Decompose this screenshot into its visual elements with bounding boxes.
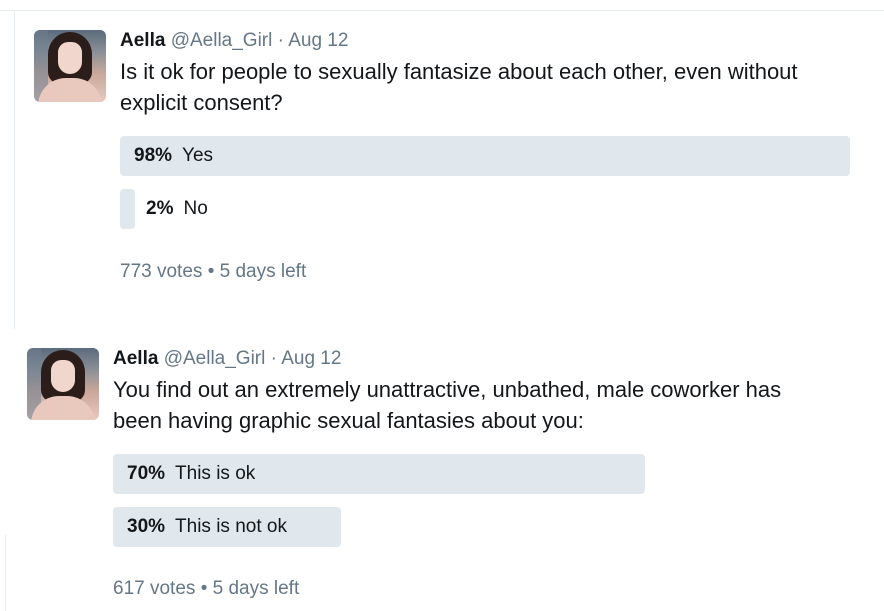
poll-choice-label: 30% This is not ok [127, 507, 287, 547]
tweet: Aella @Aella_Girl · Aug 12 Is it ok for … [34, 30, 879, 310]
poll-choice-label: 2% No [146, 189, 208, 229]
poll-choice-bar [120, 136, 851, 176]
poll-choice: 98% Yes [120, 136, 865, 176]
user-handle[interactable]: @Aella_Girl [164, 348, 266, 369]
tweet-text-line: been having graphic sexual fantasies abo… [113, 408, 584, 433]
poll-choice-percent: 2% [146, 198, 174, 219]
poll-choice-label: 98% Yes [134, 136, 213, 176]
tweet-header: Aella @Aella_Girl · Aug 12 [113, 348, 341, 370]
tweet-text-line: Is it ok for people to sexually fantasiz… [120, 59, 798, 84]
display-name[interactable]: Aella [113, 348, 158, 369]
poll-choice-text: No [183, 198, 208, 219]
bullet: • [207, 261, 215, 282]
poll-choice-text: This is ok [175, 463, 256, 484]
user-handle[interactable]: @Aella_Girl [171, 30, 273, 51]
avatar[interactable] [27, 348, 99, 420]
avatar[interactable] [34, 30, 106, 102]
tweet: Aella @Aella_Girl · Aug 12 You find out … [27, 348, 879, 610]
separator: · [272, 30, 289, 51]
poll-choice-percent: 98% [134, 145, 173, 166]
divider [0, 10, 884, 11]
tweet-date[interactable]: Aug 12 [288, 30, 348, 51]
tweet-date[interactable]: Aug 12 [281, 348, 341, 369]
tweet-text: You find out an extremely unattractive, … [113, 374, 879, 436]
poll-choice-text: This is not ok [175, 516, 287, 537]
thread-border [5, 535, 6, 611]
vote-count: 617 votes [113, 578, 196, 599]
thread-border [14, 11, 15, 329]
tweet-text: Is it ok for people to sexually fantasiz… [120, 56, 880, 118]
poll-choice-text: Yes [182, 145, 214, 166]
poll-footer: 617 votes • 5 days left [113, 578, 299, 600]
tweet-header: Aella @Aella_Girl · Aug 12 [120, 30, 348, 52]
poll-choice: 2% No [120, 189, 865, 229]
time-left: 5 days left [219, 261, 307, 282]
poll-choice: 30% This is not ok [113, 507, 873, 547]
poll-choice: 70% This is ok [113, 454, 873, 494]
display-name[interactable]: Aella [120, 30, 165, 51]
poll-choice-bar [120, 189, 135, 229]
poll-choice-label: 70% This is ok [127, 454, 255, 494]
tweet-text-line: You find out an extremely unattractive, … [113, 377, 782, 402]
poll-choice-percent: 70% [127, 463, 166, 484]
separator: · [265, 348, 282, 369]
time-left: 5 days left [212, 578, 300, 599]
poll-choice-percent: 30% [127, 516, 166, 537]
vote-count: 773 votes [120, 261, 203, 282]
bullet: • [200, 578, 208, 599]
tweet-text-line: explicit consent? [120, 90, 283, 115]
poll-footer: 773 votes • 5 days left [120, 261, 306, 283]
